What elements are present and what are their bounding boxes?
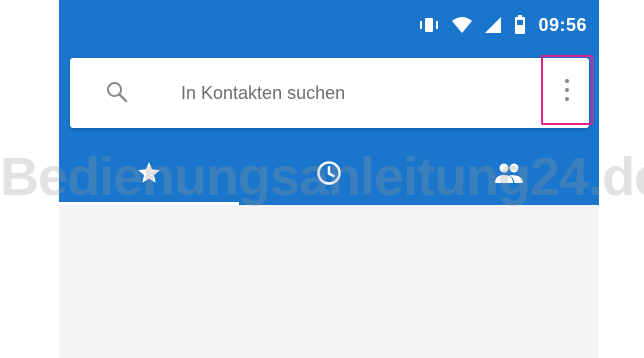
battery-icon — [514, 15, 526, 35]
vibrate-icon — [418, 15, 440, 35]
search-icon[interactable] — [105, 80, 129, 109]
content-area — [59, 205, 599, 358]
tab-contacts[interactable] — [419, 145, 599, 205]
app-bar: 09:56 — [59, 0, 599, 205]
more-options-button[interactable] — [541, 55, 593, 125]
wifi-icon — [452, 16, 473, 34]
signal-icon — [484, 16, 502, 34]
search-bar[interactable] — [70, 55, 593, 128]
phone-screen: 09:56 — [59, 0, 599, 358]
tab-bar — [59, 145, 599, 205]
status-time: 09:56 — [538, 14, 587, 35]
status-bar: 09:56 — [59, 0, 599, 50]
tab-favorites[interactable] — [59, 145, 239, 205]
search-input[interactable] — [181, 81, 531, 105]
people-icon — [493, 160, 525, 191]
clock-icon — [315, 159, 343, 192]
more-vert-icon — [565, 79, 569, 101]
status-icons: 09:56 — [418, 14, 587, 36]
tab-recent[interactable] — [239, 145, 419, 205]
star-icon — [136, 160, 162, 191]
